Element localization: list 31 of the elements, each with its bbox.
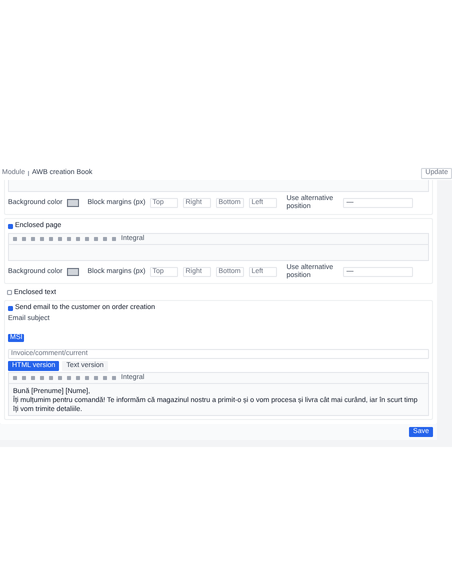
toolbar-icon[interactable]: [22, 237, 26, 241]
checkbox[interactable]: [8, 306, 13, 310]
toolbar-icon[interactable]: [49, 237, 53, 241]
toolbar-icon[interactable]: [22, 376, 26, 380]
checkbox[interactable]: [7, 290, 12, 295]
color-picker[interactable]: [67, 199, 80, 207]
toolbar-icon[interactable]: [103, 376, 107, 380]
toolbar-icon[interactable]: [112, 237, 116, 241]
toolbar-icon[interactable]: [13, 376, 17, 380]
color-picker[interactable]: [67, 268, 80, 276]
toolbar-icon[interactable]: [76, 237, 80, 241]
toolbar-icon[interactable]: [40, 376, 44, 380]
separator-icon: [28, 170, 29, 176]
toolbar-icon[interactable]: [112, 376, 116, 380]
rich-text-editor[interactable]: [8, 180, 429, 192]
toolbar-icon[interactable]: [76, 376, 80, 380]
toolbar-icon[interactable]: [31, 237, 35, 241]
toolbar-icon[interactable]: [85, 376, 89, 380]
toolbar-icon[interactable]: [67, 376, 71, 380]
toolbar-icon[interactable]: [40, 237, 44, 241]
toolbar-icon[interactable]: [49, 376, 53, 380]
checkbox[interactable]: [8, 224, 13, 228]
toolbar-icon[interactable]: [67, 237, 71, 241]
toolbar-icon[interactable]: [31, 376, 35, 380]
toolbar-icon[interactable]: [94, 237, 98, 241]
toolbar-icon[interactable]: [58, 376, 62, 380]
toolbar-icon[interactable]: [58, 237, 62, 241]
toolbar-icon[interactable]: [103, 237, 107, 241]
toolbar-icon[interactable]: [85, 237, 89, 241]
toolbar-icon[interactable]: [13, 237, 17, 241]
toolbar-icon[interactable]: [94, 376, 98, 380]
